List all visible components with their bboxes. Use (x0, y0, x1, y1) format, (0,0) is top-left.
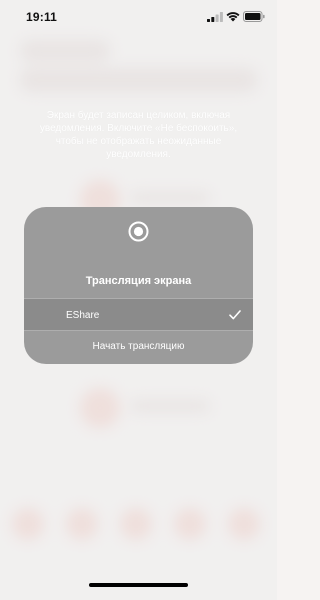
screen-broadcast-panel: Трансляция экрана EShare Начать трансляц… (24, 207, 253, 364)
start-broadcast-button[interactable]: Начать трансляцию (24, 332, 253, 364)
home-indicator[interactable] (89, 583, 188, 587)
device-label: EShare (66, 310, 100, 321)
signal-icon (207, 12, 223, 22)
device-row-eshare[interactable]: EShare (24, 298, 253, 331)
checkmark-icon (229, 310, 241, 320)
recording-notice: Экран будет записан целиком, включая уве… (39, 110, 238, 160)
wifi-icon (226, 12, 240, 22)
panel-title: Трансляция экрана (85, 275, 192, 287)
battery-icon (243, 11, 265, 22)
status-time: 19:11 (26, 10, 58, 24)
record-icon (128, 221, 149, 242)
status-bar: 19:11 (0, 0, 277, 34)
